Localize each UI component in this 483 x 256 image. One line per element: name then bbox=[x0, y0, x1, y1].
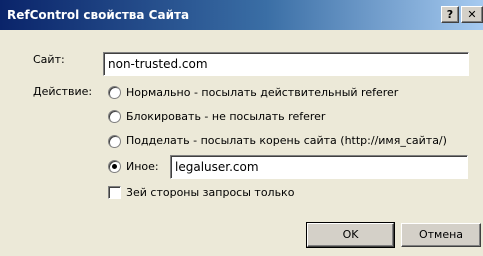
radio-selected-dot bbox=[112, 164, 117, 169]
radio-block[interactable] bbox=[108, 110, 121, 123]
ok-button[interactable]: OK bbox=[306, 222, 395, 248]
option-forge-label[interactable]: Подделать - посылать корень сайта (http:… bbox=[126, 134, 447, 147]
site-input-value: non-trusted.com bbox=[108, 57, 208, 71]
close-button[interactable]: ✕ bbox=[461, 6, 483, 23]
site-input[interactable]: non-trusted.com bbox=[103, 52, 469, 76]
dialog-window: RefControl свойства Сайта ? ✕ Сайт: non-… bbox=[0, 0, 483, 256]
close-icon: ✕ bbox=[467, 8, 477, 21]
action-label: Действие: bbox=[33, 85, 93, 98]
site-label: Сайт: bbox=[33, 53, 65, 66]
cancel-button[interactable]: Отмена bbox=[401, 223, 481, 247]
help-icon: ? bbox=[446, 8, 454, 21]
radio-normal[interactable] bbox=[108, 86, 121, 99]
title-bar[interactable]: RefControl свойства Сайта ? ✕ bbox=[0, 0, 483, 30]
other-referer-value: legaluser.com bbox=[175, 160, 259, 174]
window-title: RefControl свойства Сайта bbox=[7, 8, 190, 22]
third-party-checkbox[interactable] bbox=[108, 186, 121, 199]
option-block-label[interactable]: Блокировать - не посылать referer bbox=[126, 110, 325, 123]
option-normal-label[interactable]: Нормально - посылать действительный refe… bbox=[126, 86, 398, 99]
radio-other[interactable] bbox=[108, 160, 121, 173]
option-other-label[interactable]: Иное: bbox=[126, 160, 159, 173]
help-button[interactable]: ? bbox=[441, 6, 459, 23]
other-referer-input[interactable]: legaluser.com bbox=[170, 155, 468, 179]
radio-forge[interactable] bbox=[108, 135, 121, 148]
third-party-label[interactable]: 3ей стороны запросы только bbox=[126, 186, 294, 199]
